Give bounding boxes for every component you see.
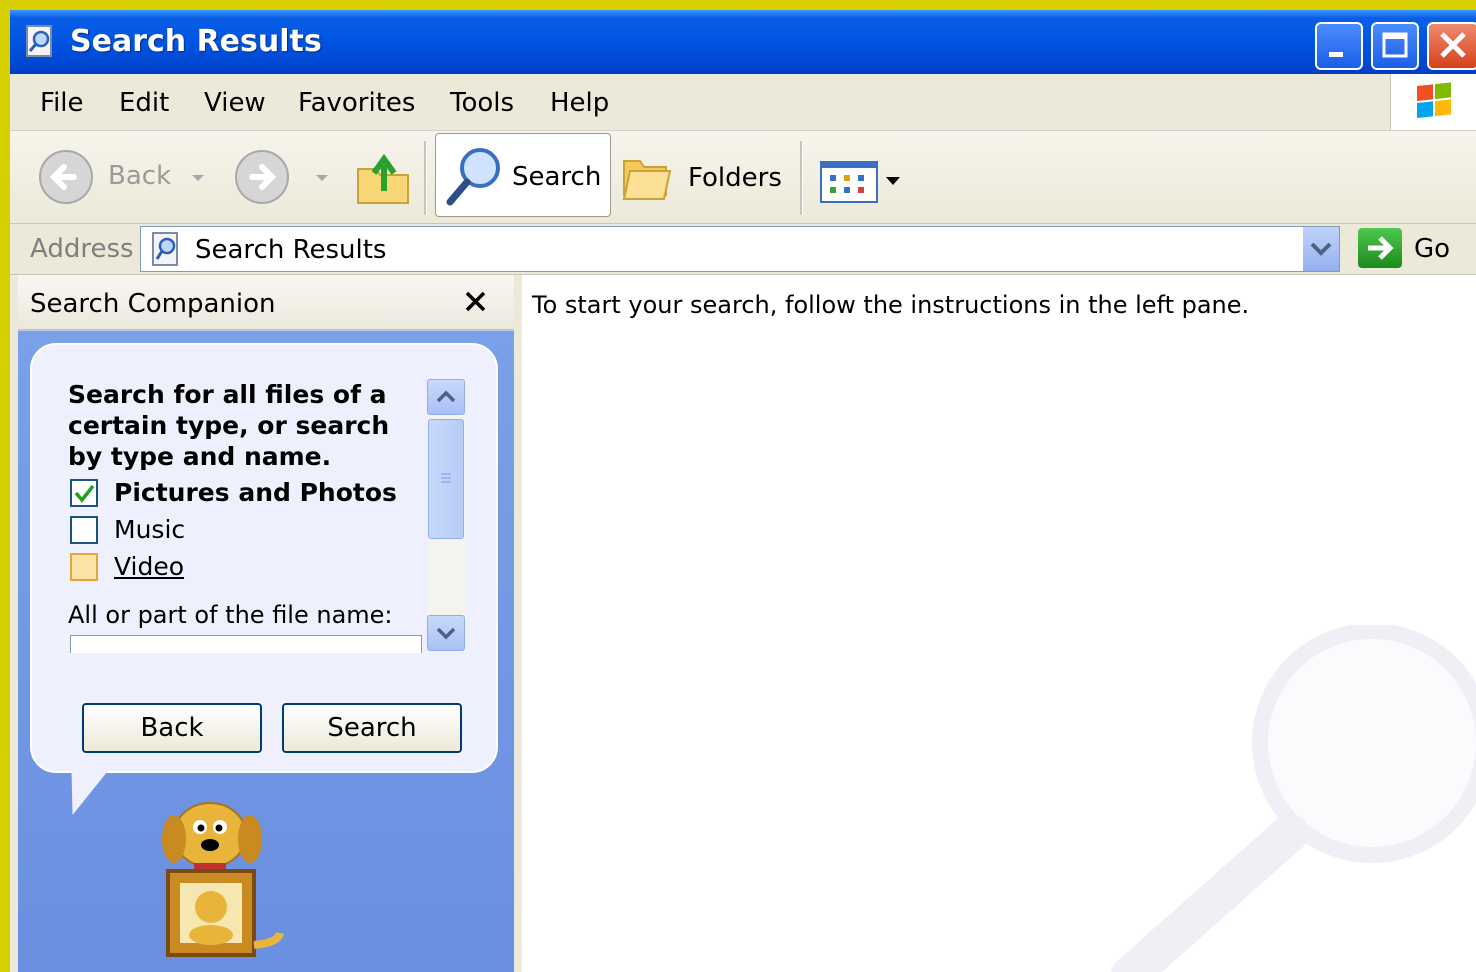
forward-button[interactable] xyxy=(232,149,332,205)
speech-bubble: Search for all files of a certain type, … xyxy=(30,343,498,773)
search-label: Search xyxy=(512,162,602,192)
filename-input[interactable] xyxy=(70,635,422,653)
video-label[interactable]: Video xyxy=(114,552,184,581)
menu-help[interactable]: Help xyxy=(550,88,609,118)
music-checkbox[interactable] xyxy=(70,516,98,544)
search-results-icon xyxy=(26,25,52,57)
close-button[interactable] xyxy=(1427,22,1476,70)
video-checkbox[interactable] xyxy=(70,553,98,581)
address-value: Search Results xyxy=(195,235,387,265)
scroll-thumb[interactable] xyxy=(428,419,464,539)
menu-file[interactable]: File xyxy=(40,88,84,118)
maximize-button[interactable] xyxy=(1371,22,1419,70)
folder-up-icon xyxy=(357,153,409,204)
pane-splitter[interactable] xyxy=(514,275,522,972)
minimize-button[interactable] xyxy=(1315,22,1363,70)
window-title: Search Results xyxy=(70,24,322,59)
search-prompt: Search for all files of a certain type, … xyxy=(68,380,390,471)
back-arrow-icon xyxy=(39,150,93,204)
pane-header: Search Companion xyxy=(18,275,514,331)
chevron-up-icon xyxy=(436,390,456,403)
chevron-down-icon xyxy=(436,627,456,640)
address-field[interactable]: Search Results xyxy=(140,226,1340,272)
music-label[interactable]: Music xyxy=(114,515,185,544)
address-dropdown-button[interactable] xyxy=(1302,227,1339,271)
menu-bar: File Edit View Favorites Tools Help xyxy=(10,74,1476,131)
pictures-label[interactable]: Pictures and Photos xyxy=(114,478,397,507)
address-bar: Address Search Results Go xyxy=(10,224,1476,275)
results-message: To start your search, follow the instruc… xyxy=(532,291,1250,319)
back-label: Back xyxy=(108,161,172,191)
search-dog-icon xyxy=(162,802,284,957)
address-label: Address xyxy=(30,234,134,264)
back-button[interactable]: Back xyxy=(36,149,226,205)
chevron-down-icon xyxy=(316,175,328,181)
windows-flag-icon xyxy=(1417,82,1451,118)
magnifier-icon xyxy=(446,148,500,206)
close-icon xyxy=(1440,32,1466,58)
pane-title: Search Companion xyxy=(30,289,276,319)
pane-close-button[interactable] xyxy=(462,281,490,329)
folders-button[interactable]: Folders xyxy=(618,145,798,209)
search-companion-pane: Search Companion Search for all files of… xyxy=(18,275,514,972)
title-bar[interactable]: Search Results xyxy=(10,10,1476,74)
scroll-up-button[interactable] xyxy=(427,379,465,415)
standard-toolbar: Back Search Folders xyxy=(10,131,1476,224)
forward-arrow-icon xyxy=(235,150,289,204)
menu-favorites[interactable]: Favorites xyxy=(298,88,415,118)
search-results-icon xyxy=(152,232,178,266)
chevron-down-icon xyxy=(1310,242,1332,256)
views-icon xyxy=(820,161,900,203)
search-button[interactable]: Search xyxy=(282,703,462,753)
menu-view[interactable]: View xyxy=(204,88,266,118)
toolbar-separator xyxy=(800,141,803,215)
minimize-icon xyxy=(1329,52,1343,57)
views-button[interactable] xyxy=(820,161,904,203)
filename-label: All or part of the file name: xyxy=(68,601,393,629)
checkmark-icon xyxy=(74,484,95,503)
back-button-pane[interactable]: Back xyxy=(82,703,262,753)
chevron-down-icon xyxy=(192,175,204,181)
menu-edit[interactable]: Edit xyxy=(119,88,169,118)
toolbar-separator xyxy=(424,141,427,215)
folders-icon xyxy=(622,160,672,200)
up-folder-button[interactable] xyxy=(354,145,414,209)
menu-tools[interactable]: Tools xyxy=(450,88,514,118)
magnifier-watermark-icon xyxy=(1111,625,1476,972)
maximize-icon xyxy=(1382,32,1408,58)
go-button[interactable] xyxy=(1358,228,1402,268)
grip-icon xyxy=(441,473,451,483)
folders-label: Folders xyxy=(688,163,782,193)
go-label[interactable]: Go xyxy=(1414,234,1450,264)
scroll-down-button[interactable] xyxy=(427,615,465,651)
close-icon xyxy=(465,291,486,312)
explorer-window: Search Results File Edit View Favorites … xyxy=(10,10,1476,972)
options-scrollbar[interactable] xyxy=(427,379,465,651)
windows-logo xyxy=(1390,74,1476,130)
pictures-checkbox[interactable] xyxy=(70,479,98,507)
results-pane: To start your search, follow the instruc… xyxy=(522,275,1476,972)
search-toggle-button[interactable]: Search xyxy=(435,133,611,217)
go-arrow-icon xyxy=(1368,236,1394,260)
